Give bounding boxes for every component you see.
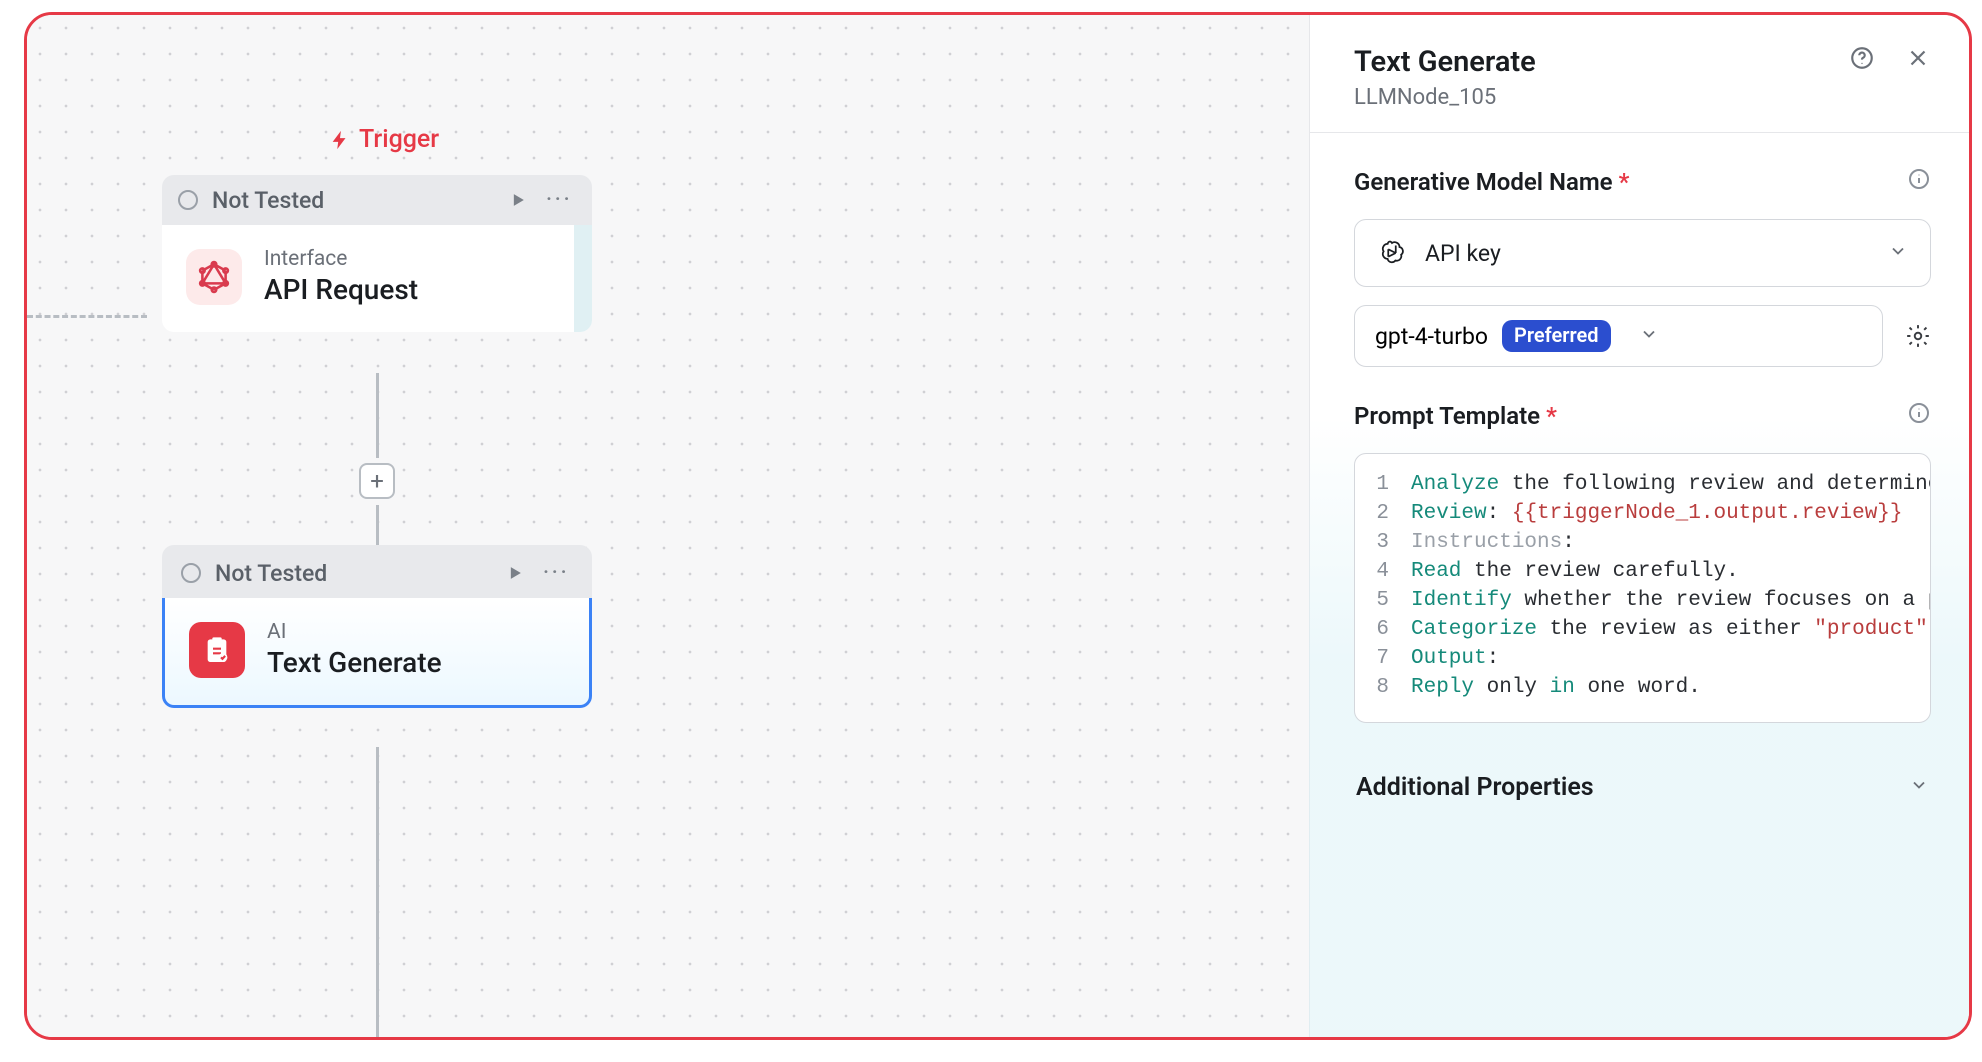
code-content: Identify whether the review focuses on a… (1411, 586, 1931, 615)
model-settings-button[interactable] (1905, 323, 1931, 349)
node-name: API Request (264, 273, 418, 306)
preferred-badge: Preferred (1502, 320, 1610, 352)
run-node-button[interactable] (508, 190, 528, 210)
info-icon[interactable] (1907, 167, 1931, 197)
workflow-canvas[interactable]: Trigger Not Tested ··· Interface API Req… (27, 15, 1309, 1037)
edge (376, 747, 379, 1037)
chevron-down-icon (1639, 323, 1659, 350)
properties-panel: Text Generate LLMNode_105 Generative Mod… (1309, 15, 1969, 1037)
edge (376, 373, 379, 458)
code-content: Reply only in one word. (1411, 673, 1701, 702)
node-text-generate[interactable]: Not Tested ··· AI Text Generate (162, 545, 592, 708)
node-body[interactable]: AI Text Generate (162, 598, 592, 708)
code-content: Categorize the review as either "product… (1411, 615, 1928, 644)
node-category: AI (267, 620, 442, 644)
line-number: 8 (1365, 673, 1411, 702)
additional-properties-toggle[interactable]: Additional Properties (1354, 763, 1931, 812)
field-generative-model: Generative Model Name * API key gpt-4-t (1354, 167, 1931, 367)
divider (1310, 132, 1972, 133)
clipboard-ai-icon (189, 622, 245, 678)
app-frame: Trigger Not Tested ··· Interface API Req… (24, 12, 1972, 1040)
panel-title: Text Generate (1354, 45, 1536, 79)
node-more-button[interactable]: ··· (542, 185, 576, 215)
node-header: Not Tested ··· (162, 175, 592, 225)
required-asterisk: * (1619, 168, 1630, 196)
code-content: Read the review carefully. (1411, 557, 1739, 586)
line-number: 3 (1365, 528, 1411, 557)
line-number: 7 (1365, 644, 1411, 673)
field-label-text: Generative Model Name (1354, 168, 1613, 196)
node-name: Text Generate (267, 646, 442, 679)
incoming-edge (27, 315, 147, 318)
panel-subtitle: LLMNode_105 (1354, 85, 1931, 110)
trigger-label: Trigger (329, 125, 439, 154)
model-value: gpt-4-turbo (1375, 323, 1488, 350)
chevron-down-icon (1888, 240, 1908, 267)
field-prompt-template: Prompt Template * 1Analyze the following… (1354, 401, 1931, 723)
node-body[interactable]: Interface API Request (162, 225, 592, 332)
code-content: Review: {{triggerNode_1.output.review}} (1411, 499, 1903, 528)
chevron-down-icon (1909, 773, 1929, 802)
code-line: 2Review: {{triggerNode_1.output.review}} (1365, 499, 1920, 528)
trigger-text: Trigger (359, 125, 439, 154)
node-category: Interface (264, 247, 418, 271)
node-status: Not Tested (215, 560, 491, 587)
close-panel-button[interactable] (1905, 45, 1931, 71)
code-line: 8Reply only in one word. (1365, 673, 1920, 702)
panel-header: Text Generate (1354, 45, 1931, 79)
bolt-icon (329, 129, 351, 151)
code-line: 6Categorize the review as either "produc… (1365, 615, 1920, 644)
code-line: 7Output: (1365, 644, 1920, 673)
code-line: 5Identify whether the review focuses on … (1365, 586, 1920, 615)
code-line: 4Read the review carefully. (1365, 557, 1920, 586)
line-number: 2 (1365, 499, 1411, 528)
required-asterisk: * (1546, 402, 1557, 430)
help-button[interactable] (1849, 45, 1875, 71)
api-key-select[interactable]: API key (1354, 219, 1931, 287)
openai-icon (1377, 238, 1407, 268)
api-key-label: API key (1425, 240, 1501, 267)
field-label-text: Prompt Template (1354, 402, 1540, 430)
line-number: 1 (1365, 470, 1411, 499)
line-number: 4 (1365, 557, 1411, 586)
code-content: Output: (1411, 644, 1499, 673)
prompt-template-editor[interactable]: 1Analyze the following review and determ… (1354, 453, 1931, 723)
status-indicator (181, 563, 201, 583)
info-icon[interactable] (1907, 401, 1931, 431)
code-content: Analyze the following review and determi… (1411, 470, 1931, 499)
graphql-icon (186, 249, 242, 305)
run-node-button[interactable] (505, 563, 525, 583)
code-line: 3Instructions: (1365, 528, 1920, 557)
status-indicator (178, 190, 198, 210)
line-number: 6 (1365, 615, 1411, 644)
add-node-button[interactable]: + (359, 463, 395, 499)
line-number: 5 (1365, 586, 1411, 615)
accordion-label: Additional Properties (1356, 773, 1594, 802)
node-status: Not Tested (212, 187, 494, 214)
node-more-button[interactable]: ··· (539, 558, 573, 588)
node-api-request[interactable]: Not Tested ··· Interface API Request (162, 175, 592, 332)
node-header: Not Tested ··· (162, 545, 592, 598)
model-select[interactable]: gpt-4-turbo Preferred (1354, 305, 1883, 367)
code-content: Instructions: (1411, 528, 1575, 557)
code-line: 1Analyze the following review and determ… (1365, 470, 1920, 499)
